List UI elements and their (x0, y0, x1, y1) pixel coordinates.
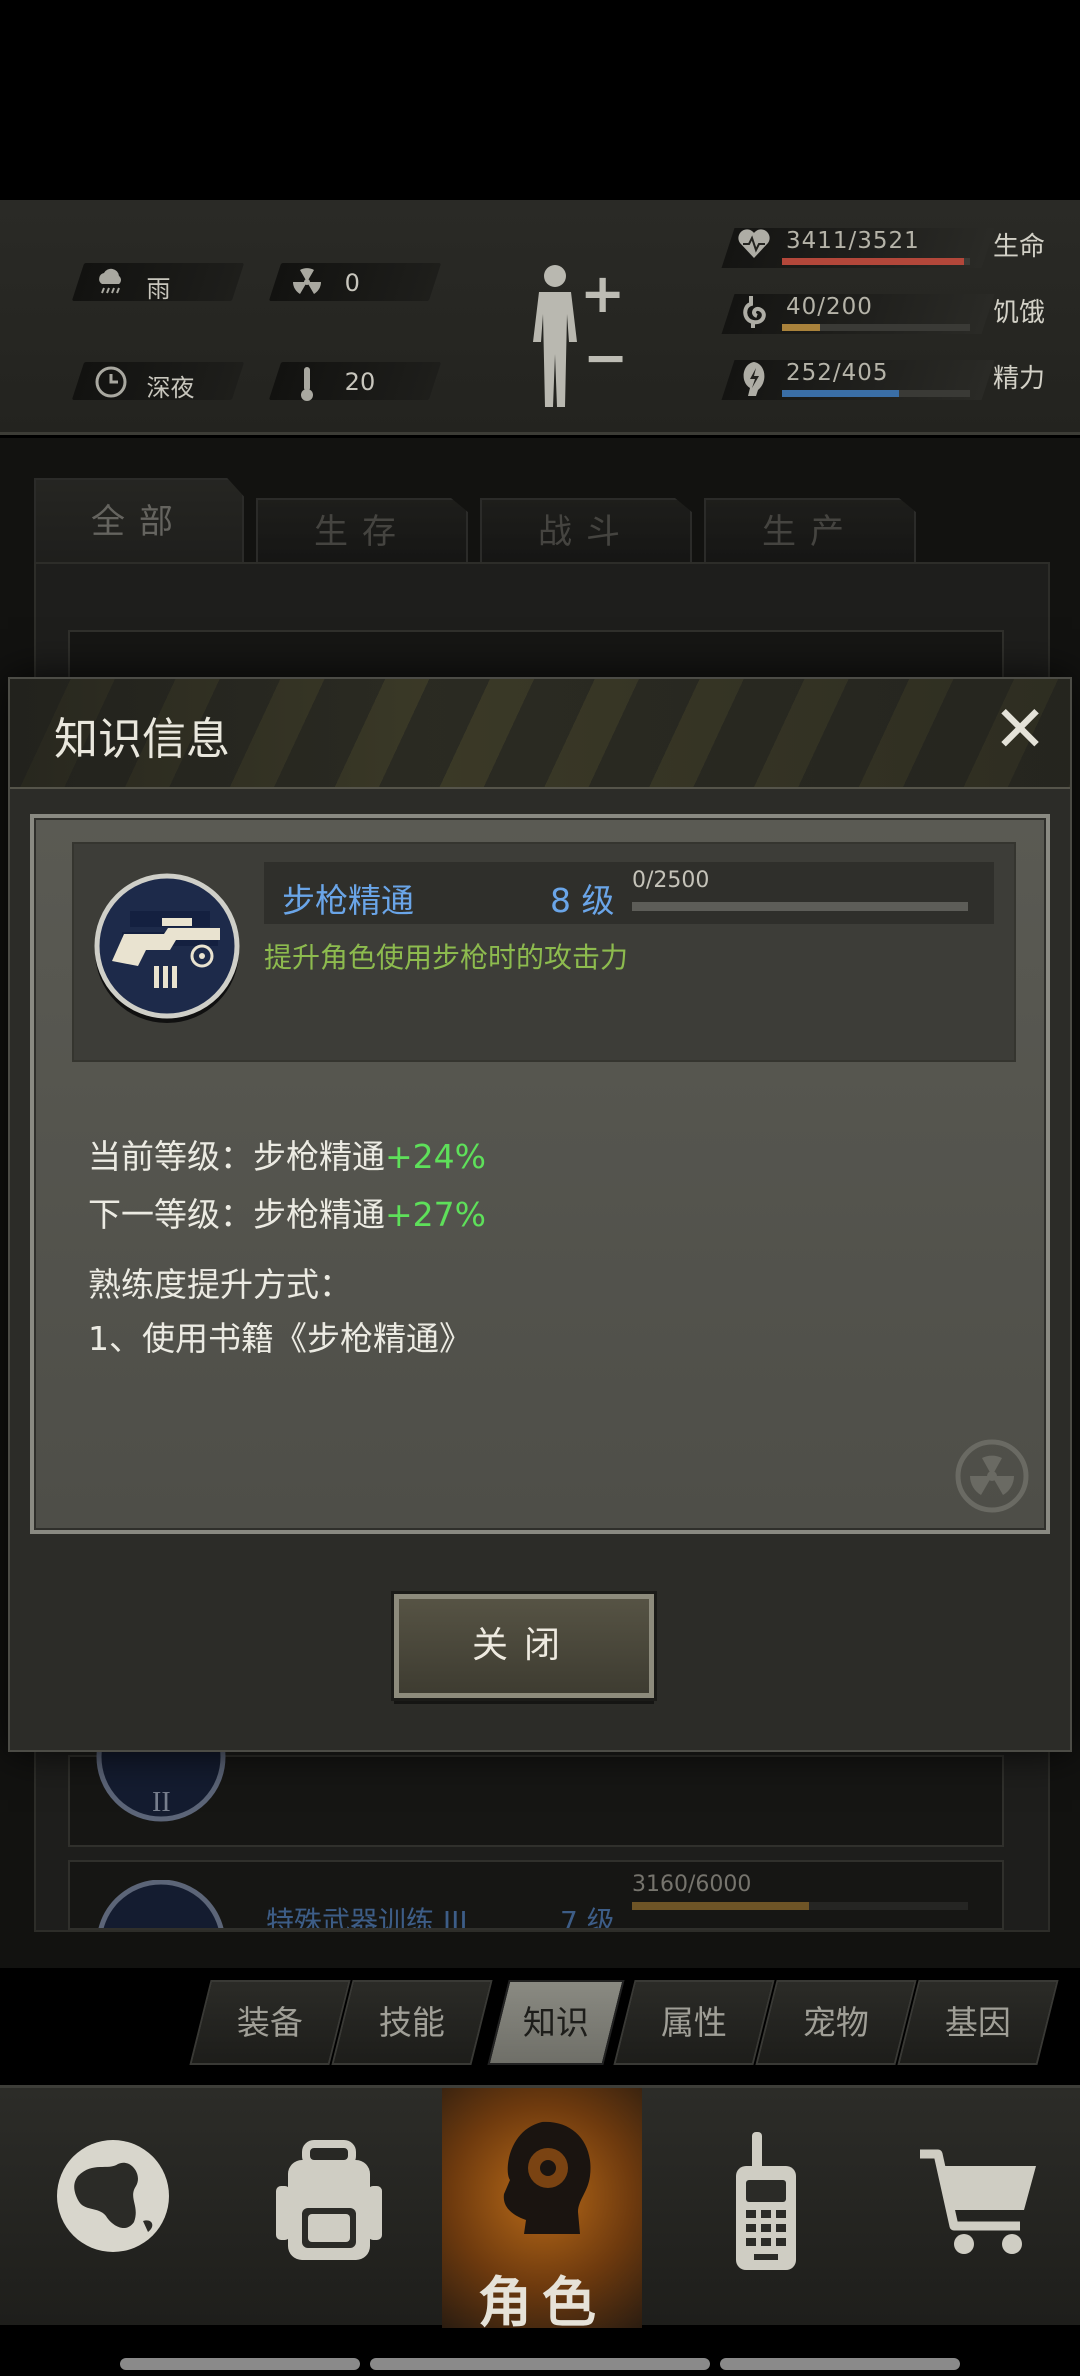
heart-icon (734, 228, 774, 268)
skill-name-bar: 步枪精通 8 级 0/2500 (264, 862, 994, 924)
bottom-nav: 角色 (0, 2085, 1080, 2334)
system-nav-bar (120, 2358, 360, 2370)
subtab-pets[interactable]: 宠物 (755, 1980, 917, 2065)
health-value: 3411/3521 (786, 228, 920, 254)
subtab-attributes[interactable]: 属性 (613, 1980, 775, 2065)
walkie-talkie-icon (736, 2132, 796, 2270)
health-stat: 3411/3521 生命 (718, 222, 1078, 277)
plus-icon: + (580, 262, 626, 325)
next-level-value: +27% (385, 1195, 486, 1234)
hunger-value: 40/200 (786, 294, 873, 320)
next-level-line: 下一等级：步枪精通+27% (88, 1195, 486, 1234)
system-nav-bar (370, 2358, 710, 2370)
character-head-icon (503, 2121, 591, 2234)
nav-radio[interactable] (660, 2088, 860, 2328)
shopping-cart-icon (920, 2149, 1036, 2254)
rifle-skill-icon (94, 873, 240, 1023)
radiation-watermark-icon (955, 1439, 1029, 1513)
weather-label: 雨 (146, 275, 171, 303)
globe-icon (57, 2140, 169, 2252)
subtab-equipment[interactable]: 装备 (189, 1980, 351, 2065)
nav-character[interactable]: 角色 (442, 2088, 642, 2334)
body-status-icon[interactable] (525, 262, 585, 407)
close-button[interactable]: 关闭 (391, 1591, 657, 1701)
system-nav-bar (720, 2358, 960, 2370)
energy-bar (782, 390, 970, 397)
health-bar (782, 258, 970, 265)
knowledge-info-dialog: 知识信息 ✕ 步枪精通 8 级 0/2500 提升角色使用步枪时的攻击力 当前等… (8, 677, 1072, 1752)
stomach-icon (734, 294, 774, 334)
hunger-stat: 40/200 饥饿 (718, 288, 1078, 343)
energy-icon (734, 360, 774, 400)
nav-character-label: 角色 (478, 2271, 606, 2334)
radiation-value: 0 (344, 269, 360, 297)
time-indicator: 深夜 (71, 362, 245, 402)
temperature-value: 20 (344, 368, 376, 396)
close-icon[interactable]: ✕ (990, 698, 1050, 762)
skill-level: 8 级 (550, 881, 615, 920)
backpack-icon (276, 2140, 382, 2260)
current-level-value: +24% (385, 1137, 486, 1176)
level-effects: 当前等级：步枪精通+24% 下一等级：步枪精通+27% (88, 1128, 486, 1244)
energy-value: 252/405 (786, 360, 889, 386)
minus-icon: − (583, 326, 629, 389)
hunger-bar (782, 324, 970, 331)
subtab-knowledge[interactable]: 知识 (487, 1980, 625, 2065)
method-title: 熟练度提升方式： (88, 1265, 352, 1304)
skill-name: 步枪精通 (282, 881, 414, 920)
rain-cloud-icon (94, 266, 126, 298)
current-level-line: 当前等级：步枪精通+24% (88, 1137, 486, 1176)
skill-row: 步枪精通 8 级 0/2500 提升角色使用步枪时的攻击力 (72, 842, 1016, 1062)
hunger-label: 饥饿 (993, 298, 1046, 328)
status-bar-area (0, 0, 1080, 200)
subtab-genes[interactable]: 基因 (897, 1980, 1059, 2065)
dialog-header: 知识信息 ✕ (10, 679, 1070, 789)
radiation-icon (291, 266, 323, 298)
nav-map[interactable] (8, 2088, 208, 2328)
time-label: 深夜 (146, 374, 195, 402)
thermometer-icon (291, 365, 323, 401)
nav-backpack[interactable] (224, 2088, 424, 2328)
skill-description: 提升角色使用步枪时的攻击力 (264, 941, 629, 974)
proficiency-methods: 熟练度提升方式： 1、使用书籍《步枪精通》 (88, 1258, 472, 1366)
energy-label: 精力 (993, 364, 1046, 394)
radiation-indicator: 0 (268, 263, 442, 301)
energy-stat: 252/405 精力 (718, 354, 1078, 409)
subtab-skills[interactable]: 技能 (331, 1980, 493, 2065)
skill-progress-bar (632, 902, 968, 911)
temperature-indicator: 20 (268, 362, 442, 401)
skill-info-box: 步枪精通 8 级 0/2500 提升角色使用步枪时的攻击力 当前等级：步枪精通+… (30, 814, 1050, 1534)
clock-icon (94, 365, 127, 398)
health-label: 生命 (993, 232, 1046, 262)
dialog-title: 知识信息 (54, 714, 230, 765)
weather-indicator: 雨 (71, 263, 245, 303)
status-header: 雨 0 深夜 20 + − 3411/3521 生命 40/200 饥饿 252… (0, 200, 1080, 435)
nav-shop[interactable] (876, 2088, 1076, 2328)
method-item: 1、使用书籍《步枪精通》 (88, 1319, 472, 1358)
skill-progress-text: 0/2500 (632, 868, 710, 893)
